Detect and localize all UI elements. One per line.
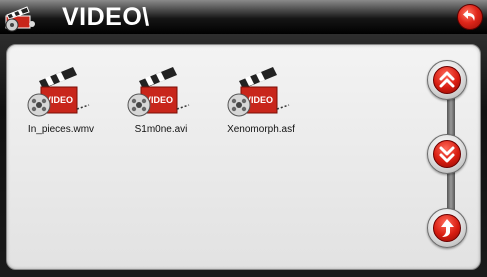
double-chevron-down-icon	[439, 146, 455, 163]
back-arrow-icon	[463, 10, 475, 21]
page-down-button[interactable]	[427, 134, 467, 174]
video-folder-icon	[5, 6, 35, 32]
video-clapperboard-icon: VIDEO	[227, 67, 290, 117]
up-arrow-icon	[441, 219, 454, 237]
page-up-button[interactable]	[427, 60, 467, 100]
file-item[interactable]: VIDEO S1m0ne.avi	[111, 45, 211, 135]
parent-folder-button[interactable]	[427, 208, 467, 248]
file-item[interactable]: VIDEO In_pieces.wmv	[11, 45, 111, 135]
video-clapperboard-icon: VIDEO	[27, 67, 90, 117]
file-name: Xenomorph.asf	[227, 124, 295, 135]
file-name: S1m0ne.avi	[134, 124, 188, 135]
double-chevron-up-icon	[439, 71, 455, 88]
file-name: In_pieces.wmv	[27, 124, 95, 135]
file-item[interactable]: VIDEO Xenomorph.asf	[211, 45, 311, 135]
video-clapperboard-icon: VIDEO	[127, 67, 190, 117]
back-button[interactable]	[457, 4, 483, 30]
page-title: VIDEO\	[62, 3, 150, 31]
header-bar: VIDEO\	[0, 0, 487, 34]
file-browser-panel: VIDEO In_pieces.wmv VIDEO S1m0ne.avi VID…	[6, 44, 481, 270]
